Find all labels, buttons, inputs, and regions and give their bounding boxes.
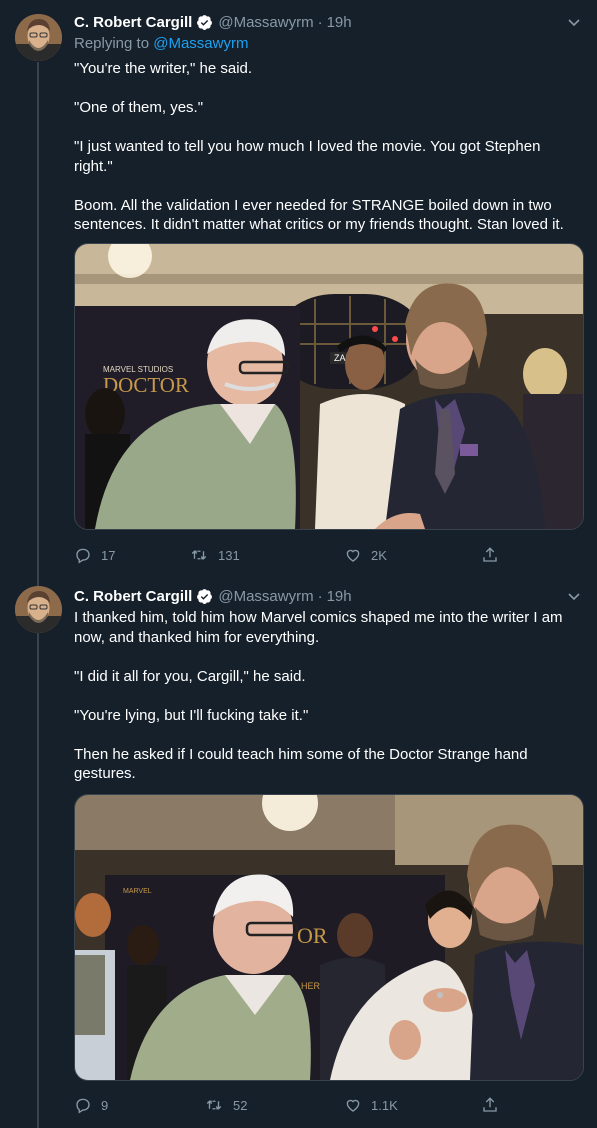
tweet-timestamp[interactable]: 19h [327, 588, 352, 605]
chevron-down-icon[interactable] [566, 588, 582, 604]
tweet-actions: 17 131 2K [74, 546, 514, 568]
retweet-icon [206, 1100, 222, 1110]
retweet-count: 52 [233, 1097, 248, 1113]
verified-badge-icon [197, 588, 213, 604]
author-avatar[interactable] [15, 14, 62, 61]
tweet-actions: 9 52 1.1K [74, 1096, 514, 1118]
share-button[interactable] [481, 546, 508, 564]
chevron-down-icon[interactable] [566, 14, 582, 30]
tweet-timestamp[interactable]: 19h [327, 14, 352, 31]
retweet-icon [191, 550, 207, 560]
reply-count: 9 [101, 1097, 109, 1113]
share-icon [483, 1097, 497, 1112]
like-icon [346, 549, 360, 562]
author-handle[interactable]: @Massawyrm [218, 588, 313, 605]
reply-count: 17 [101, 547, 116, 563]
tweet-paragraph: "I did it all for you, Cargill," he said… [74, 667, 306, 685]
tweet-photo[interactable]: MARVEL OR HER [74, 794, 584, 1081]
share-button[interactable] [481, 1096, 508, 1114]
reply-icon [76, 1098, 90, 1114]
tweet-paragraph: Then he asked if I could teach him some … [74, 745, 528, 783]
reply-icon [76, 548, 90, 564]
tweet-paragraph: I thanked him, told him how Marvel comic… [74, 609, 563, 646]
retweet-button[interactable]: 131 [189, 546, 240, 564]
tweet-paragraph: "One of them, yes." [74, 99, 204, 116]
tweet-text: I thanked him, told him how Marvel comic… [74, 608, 574, 803]
like-count: 2K [371, 547, 387, 563]
separator-dot: · [317, 587, 323, 605]
author-name[interactable]: C. Robert Cargill [74, 588, 192, 605]
replying-to-handle-link[interactable]: @Massawyrm [153, 35, 248, 52]
replying-to-label: Replying to [74, 35, 150, 52]
tweet-paragraph: Boom. All the validation I ever needed f… [74, 196, 564, 234]
like-count: 1.1K [371, 1097, 398, 1113]
retweet-button[interactable]: 52 [204, 1096, 247, 1114]
tweet-text: "You're the writer," he said. "One of th… [74, 59, 574, 254]
replying-to: Replying to @Massawyrm [74, 35, 248, 52]
reply-button[interactable]: 17 [74, 546, 115, 564]
separator-dot: · [317, 13, 323, 31]
author-avatar[interactable] [15, 586, 62, 633]
tweet-paragraph: "I just wanted to tell you how much I lo… [74, 138, 541, 175]
author-handle[interactable]: @Massawyrm [218, 14, 313, 31]
share-icon [483, 547, 497, 562]
tweet-paragraph: "You're lying, but I'll fucking take it.… [74, 706, 309, 724]
reply-button[interactable]: 9 [74, 1096, 108, 1114]
verified-badge-icon [197, 14, 213, 30]
tweet-header: C. Robert Cargill @Massawyrm · 19h [74, 12, 352, 32]
tweet-photo[interactable]: MARVEL STUDIOS DOCTOR ZARA [74, 243, 584, 530]
like-button[interactable]: 1.1K [344, 1096, 398, 1114]
photo-sign-text: OR [297, 923, 328, 948]
svg-text:MARVEL: MARVEL [123, 888, 152, 895]
photo-sign-text: HER [301, 981, 321, 991]
like-button[interactable]: 2K [344, 546, 387, 564]
author-name[interactable]: C. Robert Cargill [74, 14, 192, 31]
tweet-paragraph: "You're the writer," he said. [74, 60, 253, 77]
retweet-count: 131 [218, 547, 240, 563]
like-icon [346, 1099, 360, 1112]
tweet-header: C. Robert Cargill @Massawyrm · 19h [74, 586, 352, 606]
